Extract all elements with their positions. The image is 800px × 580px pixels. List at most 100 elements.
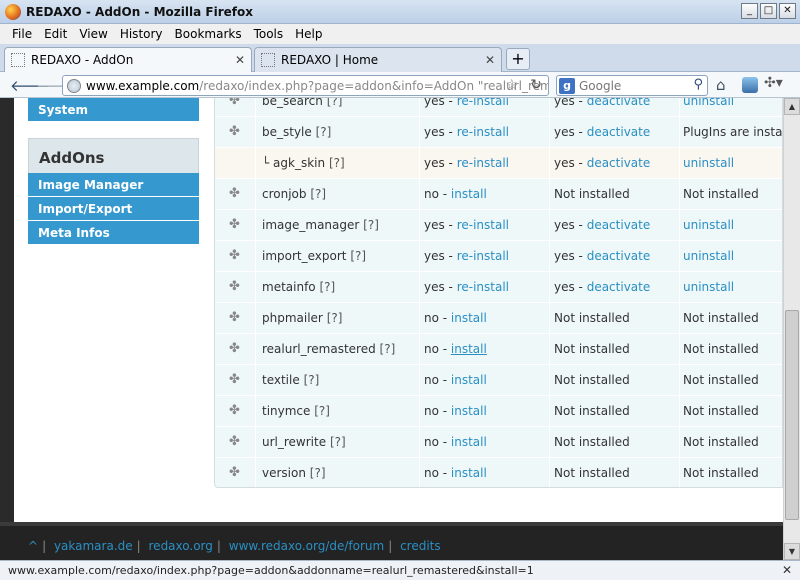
addon-extension-icon[interactable] [742,77,758,93]
search-placeholder: Google [579,78,622,93]
addon-help-link[interactable]: [?] [330,435,346,449]
footer-link-credits[interactable]: credits [400,539,441,553]
addon-row: ✤ textile [?] no - install Not installed Not… [215,365,782,396]
footer-link-forum[interactable]: www.redaxo.org/de/forum [229,539,384,553]
vertical-scrollbar[interactable]: ▲ ▼ [783,98,800,560]
search-bar[interactable]: g Google ⚲ [556,75,708,96]
tab-redaxo-addon[interactable]: REDAXO - AddOn ✕ [4,47,252,72]
addon-help-link[interactable]: [?] [319,280,335,294]
addon-activate-cell: yes - deactivate [549,210,679,241]
uninstall-status: Not installed [683,466,759,480]
addon-help-link[interactable]: [?] [363,218,379,232]
addon-help-link[interactable]: [?] [329,156,345,170]
addon-row: ✤ be_style [?] yes - re-install yes - deact… [215,117,782,148]
scrollbar-thumb[interactable] [785,310,799,520]
addon-help-link[interactable]: [?] [310,466,326,480]
sidebar-system[interactable]: System [28,98,199,122]
footer-link-redaxo[interactable]: redaxo.org [149,539,213,553]
back-to-top-link[interactable]: ^ [28,539,38,553]
uninstall-link[interactable]: uninstall [683,218,734,232]
addon-uninstall-cell: uninstall [679,272,782,303]
install-link[interactable]: install [451,466,487,480]
status-close-icon[interactable]: ✕ [782,561,792,580]
addon-activate-cell: yes - deactivate [549,148,679,179]
deactivate-link[interactable]: deactivate [587,249,651,263]
addon-activate-cell: Not installed [549,365,679,396]
addon-help-link[interactable]: [?] [314,404,330,418]
menu-bar: File Edit View History Bookmarks Tools H… [0,24,800,44]
addon-activate-cell: Not installed [549,303,679,334]
google-icon[interactable]: g [559,77,575,94]
search-icon[interactable]: ⚲ [693,77,703,92]
deactivate-link[interactable]: deactivate [587,98,651,108]
deactivate-link[interactable]: deactivate [587,156,651,170]
close-window-button[interactable]: ✕ [779,3,796,19]
footer-links: ^ | yakamara.de | redaxo.org | www.redaxo.o… [28,539,441,553]
sidebar-item-image-manager[interactable]: Image Manager [28,173,199,197]
addon-uninstall-cell: Not installed [679,365,782,396]
uninstall-link[interactable]: uninstall [683,156,734,170]
sidebar-item-meta-infos[interactable]: Meta Infos [28,221,199,245]
addon-name-cell: cronjob [?] [255,179,419,210]
reload-icon[interactable]: ↻ [530,77,542,93]
menu-help[interactable]: Help [289,27,328,41]
tab-close-icon[interactable]: ✕ [485,53,495,67]
addon-help-link[interactable]: [?] [327,98,343,108]
url-bar[interactable]: www.example.com/redaxo/index.php?page=ad… [62,75,549,96]
tab-redaxo-home[interactable]: REDAXO | Home ✕ [254,47,502,72]
firefox-icon [5,4,21,20]
deactivate-link[interactable]: deactivate [587,125,651,139]
page-left-gutter [0,98,14,560]
install-link[interactable]: install [451,435,487,449]
uninstall-link[interactable]: uninstall [683,280,734,294]
install-link[interactable]: install [451,404,487,418]
url-text: www.example.com/redaxo/index.php?page=ad… [86,79,548,93]
addon-icon-cell: ✤ [215,98,255,117]
new-tab-button[interactable]: + [506,48,530,70]
deactivate-link[interactable]: deactivate [587,280,651,294]
home-icon[interactable]: ⌂ [716,76,726,94]
footer-link-yakamara[interactable]: yakamara.de [54,539,133,553]
addon-help-link[interactable]: [?] [316,125,332,139]
extension-menu-icon[interactable]: ✣▾ [764,75,783,91]
menu-edit[interactable]: Edit [38,27,73,41]
install-status: yes - [424,218,457,232]
install-link[interactable]: install [451,311,487,325]
menu-bookmarks[interactable]: Bookmarks [169,27,248,41]
deactivate-link[interactable]: deactivate [587,218,651,232]
bookmark-star-icon[interactable]: ☆ [505,77,518,93]
addon-activate-cell: yes - deactivate [549,272,679,303]
addon-help-link[interactable]: [?] [304,373,320,387]
menu-tools[interactable]: Tools [248,27,290,41]
menu-file[interactable]: File [6,27,38,41]
tab-close-icon[interactable]: ✕ [235,53,245,67]
addon-icon-cell: ✤ [215,427,255,458]
scroll-down-arrow-icon[interactable]: ▼ [784,543,800,560]
install-link[interactable]: install [451,373,487,387]
menu-history[interactable]: History [114,27,169,41]
addon-name-cell: realurl_remastered [?] [255,334,419,365]
addon-name: be_style [262,125,312,139]
sidebar-item-import-export[interactable]: Import/Export [28,197,199,221]
scroll-up-arrow-icon[interactable]: ▲ [784,98,800,115]
menu-view[interactable]: View [73,27,113,41]
addon-help-link[interactable]: [?] [310,187,326,201]
addon-help-link[interactable]: [?] [350,249,366,263]
addon-help-link[interactable]: [?] [380,342,396,356]
addon-activate-cell: Not installed [549,427,679,458]
uninstall-link[interactable]: uninstall [683,249,734,263]
uninstall-link[interactable]: uninstall [683,98,734,108]
puzzle-piece-icon: ✤ [229,98,240,108]
maximize-button[interactable]: □ [760,3,777,19]
install-link[interactable]: re-install [457,98,509,108]
addon-help-link[interactable]: [?] [327,311,343,325]
install-link[interactable]: re-install [457,156,509,170]
install-link[interactable]: re-install [457,125,509,139]
install-link[interactable]: re-install [457,280,509,294]
install-link[interactable]: install [451,342,487,356]
minimize-button[interactable]: _ [741,3,758,19]
install-link[interactable]: re-install [457,249,509,263]
install-link[interactable]: re-install [457,218,509,232]
install-link[interactable]: install [451,187,487,201]
uninstall-status: Not installed [683,311,759,325]
